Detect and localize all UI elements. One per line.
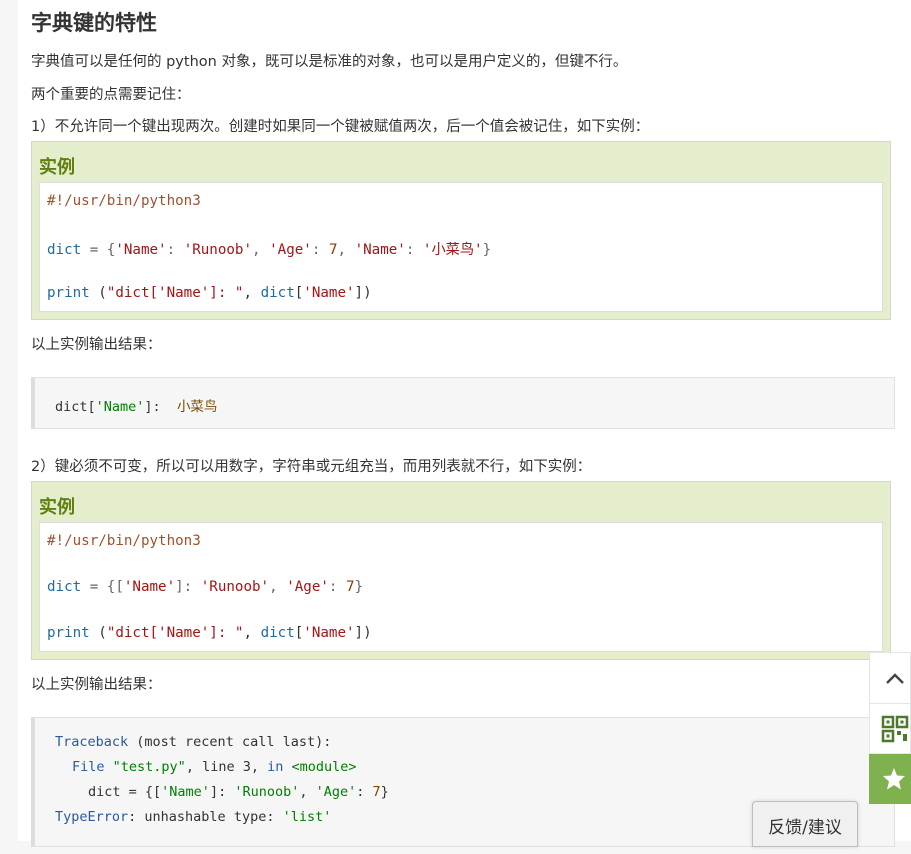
qrcode-button[interactable] <box>869 704 911 754</box>
point-2-text: 2）键必须不可变，所以可以用数字，字符串或元组充当，而用列表就不行，如下实例： <box>31 459 592 475</box>
code-line: #!/usr/bin/python3 <box>47 193 201 209</box>
code-line: dict = {['Name']: 'Runoob', 'Age': 7} <box>47 579 364 595</box>
output-line: dict['Name']: 小菜鸟 <box>55 399 218 415</box>
code-line: #!/usr/bin/python3 <box>47 533 201 549</box>
output-line: TypeError: unhashable type: 'list' <box>55 809 332 825</box>
intro-text: 字典值可以是任何的 python 对象，既可以是标准的对象，也可以是用户定义的，… <box>31 54 628 70</box>
code-line: dict = {'Name': 'Runoob', 'Age': 7, 'Nam… <box>47 242 492 258</box>
code-line: print ("dict['Name']: ", dict['Name']) <box>47 625 372 641</box>
code-line: print ("dict['Name']: ", dict['Name']) <box>47 285 372 301</box>
output-line: dict = {['Name']: 'Runoob', 'Age': 7} <box>88 784 389 800</box>
output-line: Traceback (most recent call last): <box>55 734 332 750</box>
star-icon <box>883 768 905 790</box>
back-to-top-button[interactable] <box>869 652 911 704</box>
qrcode-icon <box>881 715 909 743</box>
favorite-button[interactable] <box>869 754 911 804</box>
output-label-2: 以上实例输出结果： <box>31 677 162 693</box>
article-content: 字典键的特性 字典值可以是任何的 python 对象，既可以是标准的对象，也可以… <box>18 0 911 847</box>
feedback-button[interactable]: 反馈/建议 <box>752 801 858 847</box>
example-box-1: 实例 #!/usr/bin/python3 dict = {'Name': 'R… <box>31 141 891 320</box>
example-box-2: 实例 #!/usr/bin/python3 dict = {['Name']: … <box>31 481 891 660</box>
code-block-1[interactable]: #!/usr/bin/python3 dict = {'Name': 'Runo… <box>39 182 883 312</box>
chevron-up-icon <box>886 673 904 684</box>
output-label-1: 以上实例输出结果： <box>31 337 162 353</box>
output-line: File "test.py", line 3, in <module> <box>72 759 357 775</box>
point-1-text: 1）不允许同一个键出现两次。创建时如果同一个键被赋值两次，后一个值会被记住，如下… <box>31 119 650 135</box>
code-block-2[interactable]: #!/usr/bin/python3 dict = {['Name']: 'Ru… <box>39 522 883 652</box>
example-title: 实例 <box>39 497 75 518</box>
example-title: 实例 <box>39 157 75 178</box>
section-heading: 字典键的特性 <box>31 11 157 35</box>
output-block-1[interactable]: dict['Name']: 小菜鸟 <box>31 377 895 429</box>
points-intro-text: 两个重要的点需要记住： <box>31 87 191 103</box>
